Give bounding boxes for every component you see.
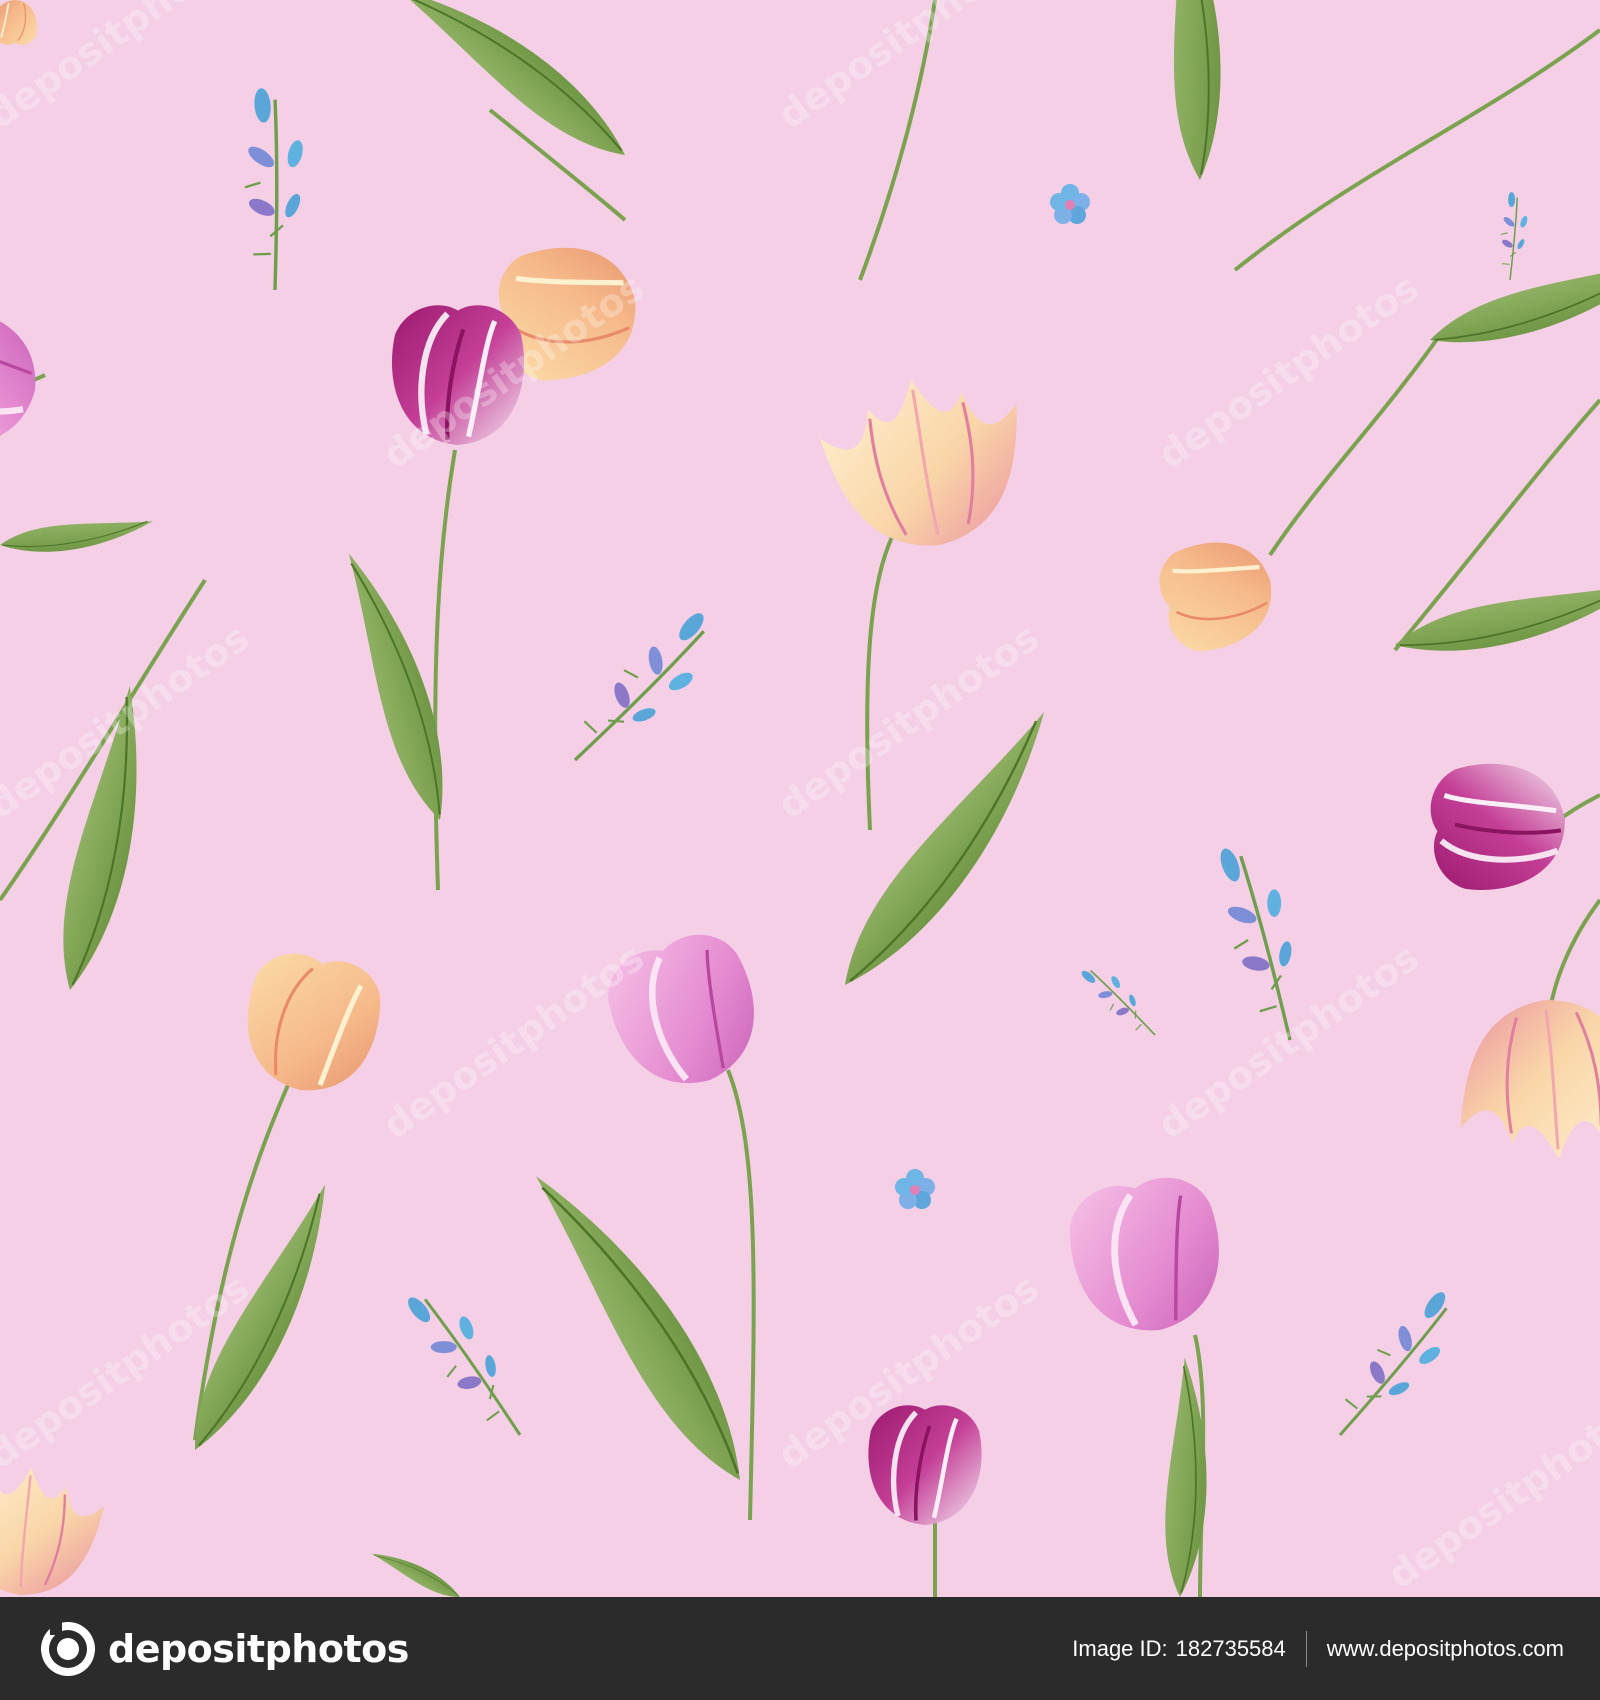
- tulip-pattern-artwork: depositphotos depositphotos depositphoto…: [0, 0, 1600, 1597]
- image-footer: depositphotos Image ID: 182735584 www.de…: [0, 1597, 1600, 1700]
- footer-divider: [1305, 1630, 1307, 1667]
- site-url[interactable]: www.depositphotos.com: [1327, 1636, 1564, 1662]
- depositphotos-logo-icon: [41, 1620, 95, 1676]
- image-id-value: 182735584: [1175, 1635, 1286, 1661]
- image-id-label: Image ID:: [1072, 1635, 1168, 1661]
- brand-name: depositphotos: [108, 1626, 409, 1671]
- image-meta: Image ID: 182735584 www.depositphotos.co…: [1072, 1630, 1600, 1667]
- brand-block: depositphotos: [0, 1620, 409, 1677]
